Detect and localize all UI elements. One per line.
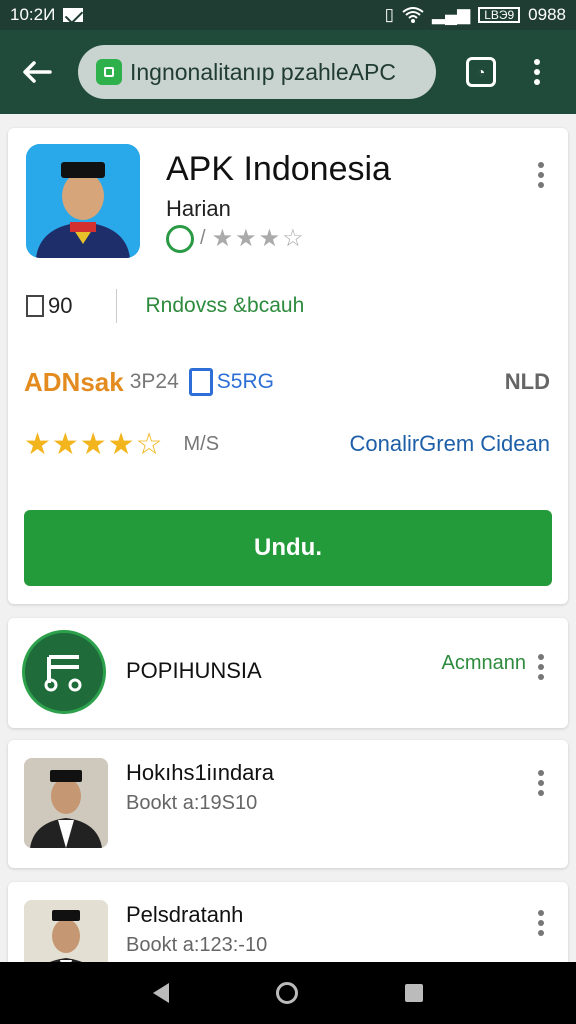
info-divider	[116, 289, 118, 323]
status-clock-right: 0988	[528, 5, 566, 24]
verified-icon	[166, 224, 194, 253]
info-count: 90	[48, 293, 73, 318]
url-text: Ingnonalitanıp pzahleAPC	[130, 58, 396, 85]
info-row: 90 Rndovss &bcauh	[26, 288, 546, 324]
site-security-icon	[96, 59, 122, 85]
status-bar: 10:2И ▯ ▂▄▆ LBЭ9 0988	[0, 0, 576, 30]
tab-switcher-button[interactable]: ◔	[466, 57, 496, 87]
browser-toolbar: Ingnonalitanıp pzahleAPC ◔	[0, 30, 576, 114]
battery-indicator: LBЭ9	[478, 7, 521, 23]
list-item-1[interactable]: POPIHUNSIA Acmnann	[8, 618, 568, 728]
status-right: ▯ ▂▄▆ LBЭ9 0988	[385, 5, 566, 25]
back-button[interactable]	[12, 47, 62, 97]
app-card: APK Indonesia Harian / ★★★☆ 90 Rndovss &…	[8, 128, 568, 604]
info-link[interactable]: Rndovss &bcauh	[145, 294, 304, 318]
file-size: S5RG	[216, 370, 274, 393]
url-bar[interactable]: Ingnonalitanıp pzahleAPC	[78, 45, 436, 99]
mail-notification-icon	[63, 8, 84, 22]
app-card-menu-button[interactable]	[536, 162, 546, 188]
meta-row: ADNsak 3P24 S5RG NLD	[24, 364, 550, 400]
list-item-subtitle: Bookt a:19S10	[126, 792, 258, 814]
list-item-menu-button[interactable]	[536, 770, 546, 796]
list-item-subtitle: Bookt a:123:-10	[126, 934, 268, 956]
nav-home-button[interactable]	[275, 982, 298, 1004]
arrow-left-icon	[23, 61, 52, 83]
tab-icon: ◔	[476, 64, 486, 80]
file-icon	[188, 368, 213, 396]
status-time: 10:2И	[10, 5, 56, 24]
nav-back-button[interactable]	[153, 983, 170, 1003]
status-left: 10:2И	[10, 5, 84, 25]
version-code: 3P24	[129, 370, 179, 393]
app-rating-row: / ★★★☆	[166, 224, 306, 253]
nav-recents-button[interactable]	[404, 984, 423, 1002]
list-item-menu-button[interactable]	[536, 910, 546, 936]
signal-icon: ▂▄▆	[431, 5, 471, 24]
list-item-title: Hokıhs1iındara	[126, 760, 274, 785]
list-item-2[interactable]: Hokıhs1iındara Bookt a:19S10	[8, 740, 568, 868]
list-item-action[interactable]: Acmnann	[442, 652, 527, 675]
app-subtitle: Harian	[166, 196, 231, 221]
app-title: APK Indonesia	[166, 150, 391, 188]
grey-stars-icon: ★★★☆	[211, 225, 306, 252]
meta-right-label: NLD	[504, 369, 550, 394]
app-icon	[26, 144, 140, 258]
rating-separator: /	[200, 227, 206, 249]
system-nav-bar	[0, 962, 576, 1024]
music-avatar-icon	[22, 630, 106, 714]
list-item-title: Pelsdratanh	[126, 902, 244, 927]
stars-count: M/S	[183, 432, 220, 455]
wifi-icon	[402, 7, 424, 23]
developer-brand[interactable]: ADNsak	[24, 367, 124, 398]
stars-row: ★★★★☆ M/S ConalirGrem Cidean	[24, 426, 550, 462]
download-button[interactable]: Undu.	[24, 510, 552, 586]
gold-stars-icon: ★★★★☆	[24, 427, 164, 461]
list-item-title: POPIHUNSIA	[126, 658, 262, 683]
stars-link[interactable]: ConalirGrem Cidean	[349, 431, 550, 457]
document-icon	[26, 295, 44, 317]
vibrate-icon: ▯	[384, 5, 394, 24]
avatar	[24, 758, 108, 848]
overflow-menu-button[interactable]	[532, 59, 542, 85]
list-item-menu-button[interactable]	[536, 654, 546, 680]
